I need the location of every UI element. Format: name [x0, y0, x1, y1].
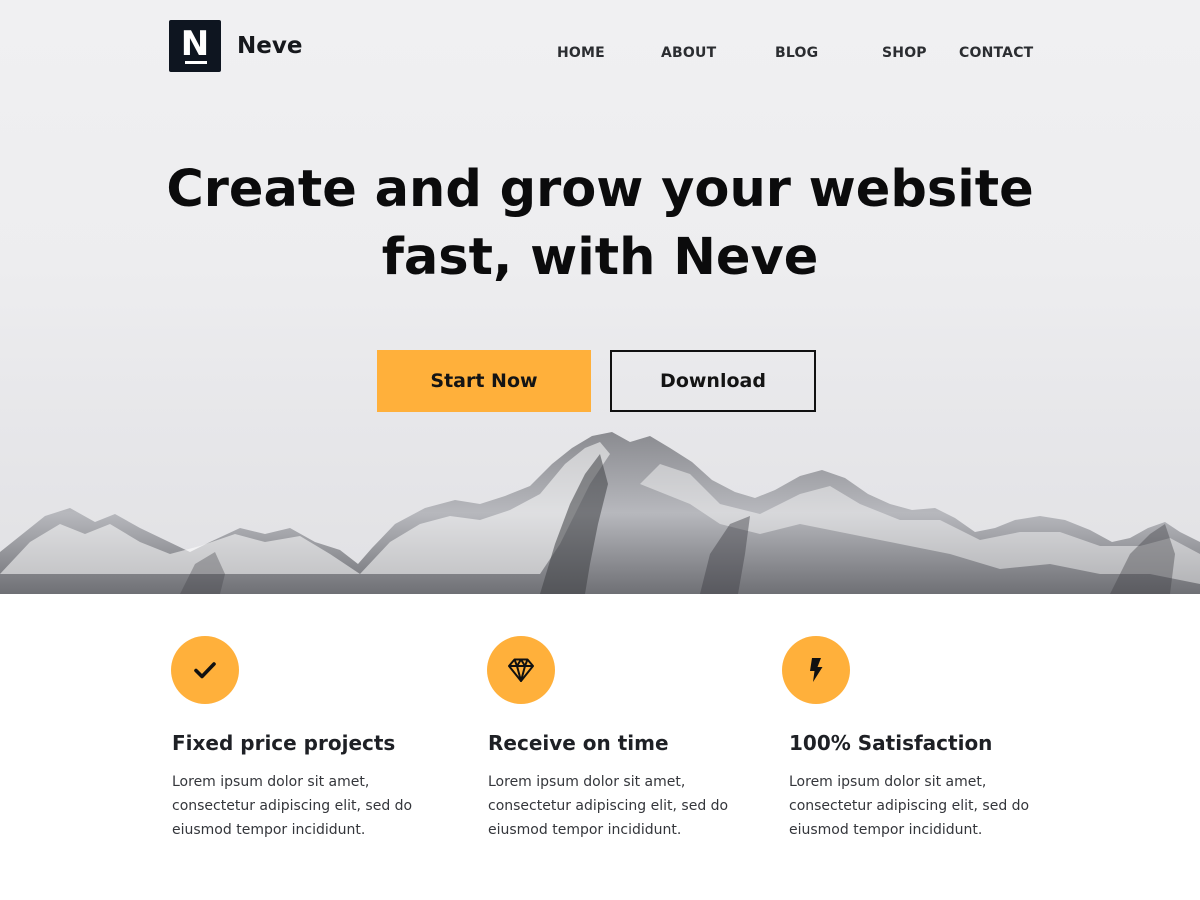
feature-description-line: Lorem ipsum dolor sit amet, [488, 774, 686, 790]
checkmark-icon [171, 636, 239, 704]
feature-title: Fixed price projects [172, 731, 396, 755]
logo-letter: N [180, 24, 210, 64]
nav-about[interactable]: ABOUT [661, 43, 716, 63]
feature-description: Lorem ipsum dolor sit amet, consectetur … [789, 770, 1049, 842]
start-now-button[interactable]: Start Now [377, 350, 591, 412]
nav-blog[interactable]: BLOG [775, 43, 818, 63]
nav-contact[interactable]: CONTACT [959, 43, 1033, 63]
hero-headline-line-2: fast, with Neve [381, 228, 819, 287]
feature-description-line: eiusmod tempor incididunt. [172, 822, 366, 838]
feature-description-line: eiusmod tempor incididunt. [488, 822, 682, 838]
feature-description: Lorem ipsum dolor sit amet, consectetur … [488, 770, 748, 842]
hero-headline: Create and grow your website fast, with … [100, 156, 1100, 292]
mountain-background-image [0, 432, 1200, 594]
nav-shop[interactable]: SHOP [882, 43, 927, 63]
hero-section: N Neve HOME ABOUT BLOG SHOP CONTACT Crea… [0, 0, 1200, 594]
feature-description-line: consectetur adipiscing elit, sed do [488, 798, 729, 814]
diamond-icon [487, 636, 555, 704]
site-title[interactable]: Neve [237, 30, 302, 62]
feature-title: 100% Satisfaction [789, 731, 993, 755]
feature-description-line: consectetur adipiscing elit, sed do [172, 798, 413, 814]
feature-description-line: eiusmod tempor incididunt. [789, 822, 983, 838]
feature-description-line: Lorem ipsum dolor sit amet, [172, 774, 370, 790]
feature-description-line: Lorem ipsum dolor sit amet, [789, 774, 987, 790]
feature-description-line: consectetur adipiscing elit, sed do [789, 798, 1030, 814]
download-button[interactable]: Download [610, 350, 816, 412]
logo[interactable]: N [169, 20, 221, 72]
feature-description: Lorem ipsum dolor sit amet, consectetur … [172, 770, 432, 842]
feature-title: Receive on time [488, 731, 669, 755]
lightning-bolt-icon [782, 636, 850, 704]
page: N Neve HOME ABOUT BLOG SHOP CONTACT Crea… [0, 0, 1200, 900]
nav-home[interactable]: HOME [557, 43, 605, 63]
hero-headline-line-1: Create and grow your website [166, 160, 1034, 219]
logo-underline [185, 61, 207, 64]
